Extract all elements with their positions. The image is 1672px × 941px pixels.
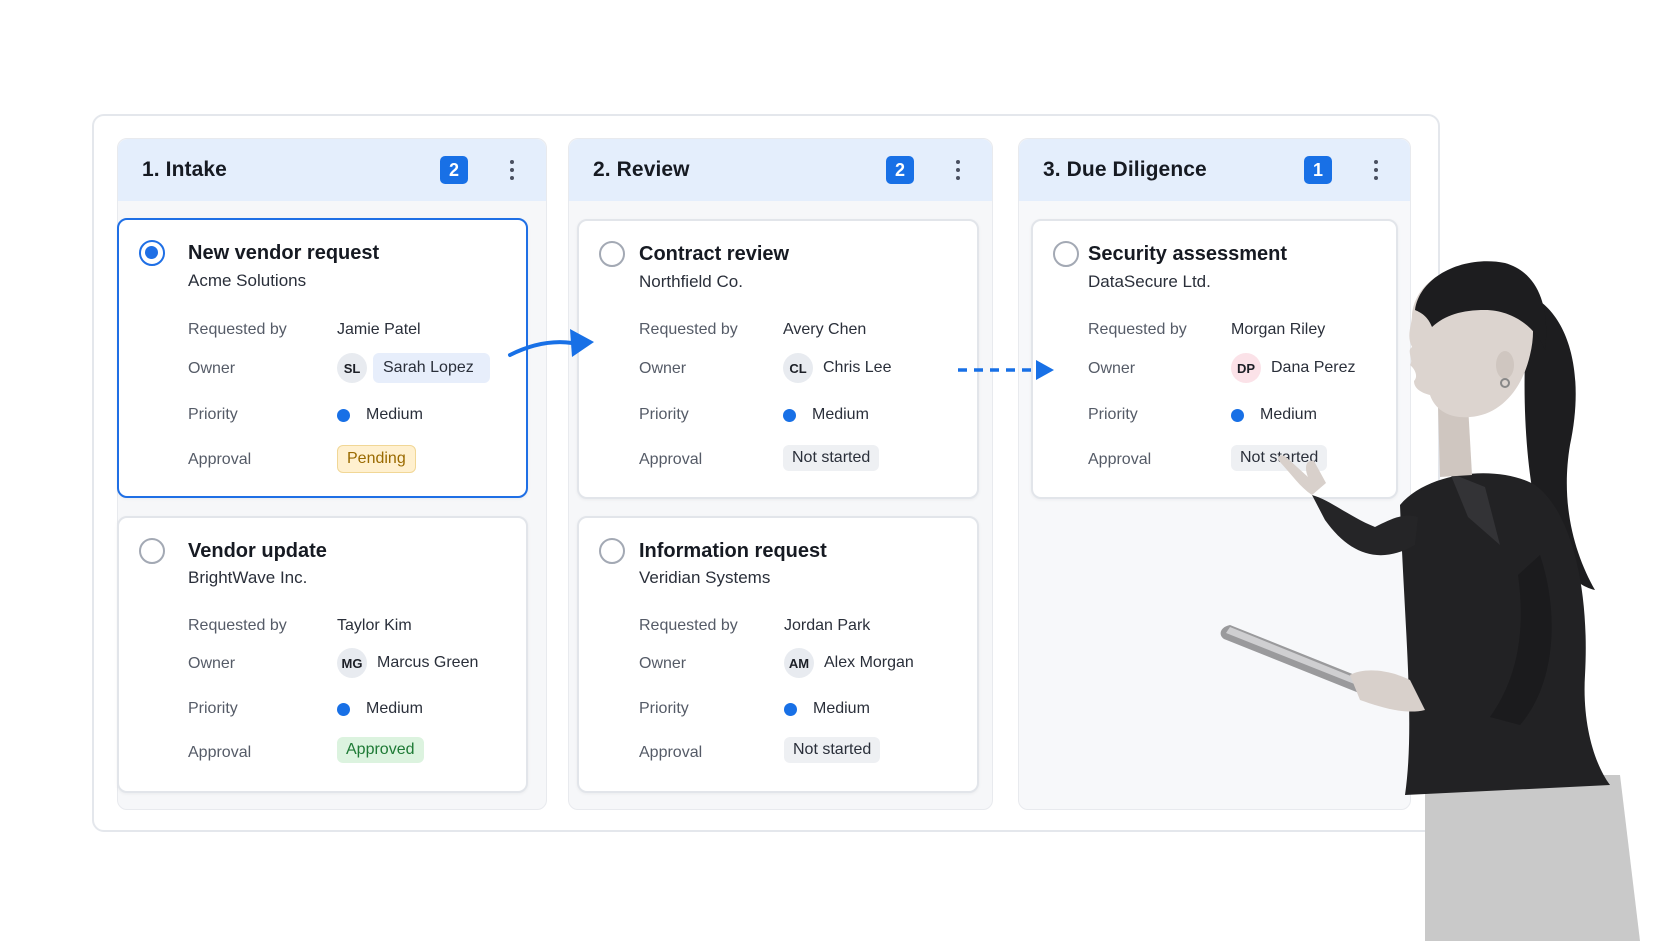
- priority-dot-icon: [337, 408, 350, 422]
- more-options-icon[interactable]: [948, 156, 968, 184]
- column-count-badge: 2: [886, 156, 914, 184]
- column-header-intake: 1. Intake 2: [118, 139, 546, 201]
- column-title: 3. Due Diligence: [1043, 158, 1207, 181]
- card-company: DataSecure Ltd.: [1088, 272, 1211, 291]
- owner-name: Alex Morgan: [824, 654, 914, 671]
- priority-label: Priority: [639, 700, 689, 717]
- column-header-due-diligence: 3. Due Diligence 1: [1019, 139, 1410, 201]
- requested-by-label: Requested by: [188, 617, 287, 634]
- priority-text: Medium: [366, 406, 423, 423]
- approval-status-badge: Approved: [337, 737, 424, 763]
- card-select-radio[interactable]: [139, 240, 165, 266]
- priority-dot-icon: [783, 408, 796, 422]
- approval-label: Approval: [639, 744, 703, 761]
- owner-avatar: MG: [337, 648, 367, 678]
- column-title: 1. Intake: [142, 158, 227, 181]
- more-options-icon[interactable]: [1366, 156, 1386, 184]
- owner-avatar: CL: [783, 353, 813, 383]
- owner-avatar: SL: [337, 353, 367, 383]
- card-company: Veridian Systems: [639, 568, 771, 587]
- priority-label: Priority: [639, 406, 689, 423]
- column-title: 2. Review: [593, 158, 690, 181]
- priority-label: Priority: [188, 700, 238, 717]
- approval-status-badge: Pending: [337, 445, 416, 473]
- approval-value: Pending: [337, 445, 416, 473]
- owner-avatar: AM: [784, 648, 814, 678]
- card-title: Contract review: [639, 243, 790, 265]
- card-new-vendor-request[interactable]: New vendor request Acme Solutions Reques…: [117, 218, 528, 498]
- requested-by-label: Requested by: [1088, 321, 1187, 338]
- card-company: Acme Solutions: [188, 271, 307, 290]
- card-information-request[interactable]: Information request Veridian Systems Req…: [577, 516, 979, 793]
- priority-text: Medium: [366, 700, 423, 717]
- card-title: Vendor update: [188, 540, 327, 562]
- approval-label: Approval: [639, 451, 703, 468]
- approval-value: Approved: [337, 737, 424, 763]
- owner-name: Sarah Lopez: [373, 353, 490, 383]
- priority-value: Medium: [784, 700, 870, 718]
- approval-value: Not started: [784, 737, 881, 763]
- owner-name: Chris Lee: [823, 359, 892, 376]
- priority-value: Medium: [337, 700, 423, 718]
- card-select-radio[interactable]: [599, 538, 625, 564]
- owner-label: Owner: [639, 360, 687, 377]
- card-company: Northfield Co.: [639, 272, 743, 291]
- person-with-tablet-illustration: [1220, 261, 1640, 941]
- priority-label: Priority: [188, 406, 238, 423]
- requested-by-value: Taylor Kim: [337, 617, 412, 634]
- priority-value: Medium: [783, 406, 869, 424]
- card-select-radio[interactable]: [139, 538, 165, 564]
- requested-by-value: Jordan Park: [784, 617, 871, 634]
- priority-value: Medium: [337, 406, 423, 424]
- card-contract-review[interactable]: Contract review Northfield Co. Requested…: [577, 219, 979, 499]
- column-count-badge: 1: [1304, 156, 1332, 184]
- card-select-radio[interactable]: [1053, 241, 1079, 267]
- requested-by-value: Avery Chen: [783, 321, 867, 338]
- owner-value[interactable]: CL Chris Lee: [783, 353, 891, 383]
- approval-value: Not started: [783, 445, 880, 471]
- column-header-review: 2. Review 2: [569, 139, 992, 201]
- requested-by-label: Requested by: [188, 321, 287, 338]
- priority-text: Medium: [812, 406, 869, 423]
- owner-label: Owner: [639, 655, 687, 672]
- approval-label: Approval: [188, 451, 252, 468]
- priority-label: Priority: [1088, 406, 1138, 423]
- approval-label: Approval: [1088, 451, 1152, 468]
- owner-name: Marcus Green: [377, 654, 479, 671]
- more-options-icon[interactable]: [502, 156, 522, 184]
- requested-by-label: Requested by: [639, 617, 738, 634]
- card-select-radio[interactable]: [599, 241, 625, 267]
- requested-by-label: Requested by: [639, 321, 738, 338]
- priority-text: Medium: [813, 700, 870, 717]
- owner-label: Owner: [1088, 360, 1136, 377]
- requested-by-value: Jamie Patel: [337, 321, 421, 338]
- owner-value[interactable]: SL Sarah Lopez: [337, 353, 490, 383]
- approval-label: Approval: [188, 744, 252, 761]
- owner-label: Owner: [188, 655, 236, 672]
- card-title: Information request: [639, 540, 827, 562]
- approval-status-badge: Not started: [784, 737, 881, 763]
- card-company: BrightWave Inc.: [188, 568, 308, 587]
- card-title: New vendor request: [188, 242, 380, 264]
- card-vendor-update[interactable]: Vendor update BrightWave Inc. Requested …: [117, 516, 528, 793]
- priority-dot-icon: [784, 702, 797, 716]
- owner-value[interactable]: AM Alex Morgan: [784, 648, 914, 678]
- owner-label: Owner: [188, 360, 236, 377]
- owner-value[interactable]: MG Marcus Green: [337, 648, 478, 678]
- approval-status-badge: Not started: [783, 445, 880, 471]
- column-count-badge: 2: [440, 156, 468, 184]
- priority-dot-icon: [337, 702, 350, 716]
